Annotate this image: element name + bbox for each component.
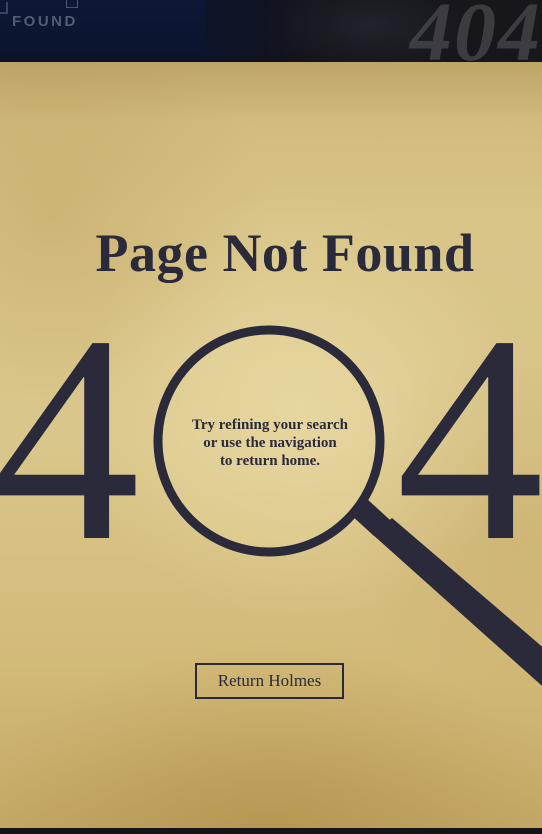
hint-line: or use the navigation [203,435,337,451]
hint-line: to return home. [219,453,321,469]
background-nav-panel [0,0,206,62]
hint-line: Try refining your search [192,417,348,433]
page-title: Page Not Found [95,223,475,283]
background-ghost-404: 404 [410,0,542,62]
parchment-card: 4 4 Page Not Found Try refining your sea… [0,62,542,828]
error-digit-left: 4 [0,275,140,603]
background-header: FOUND 404 [0,0,542,62]
background-footer-strip [0,828,542,834]
search-hint-text: Try refining your search or use the navi… [170,416,370,470]
background-found-text: FOUND [12,13,78,30]
return-home-button[interactable]: Return Holmes [195,663,344,699]
background-corner-mark [0,2,8,14]
background-small-icon [66,0,78,8]
